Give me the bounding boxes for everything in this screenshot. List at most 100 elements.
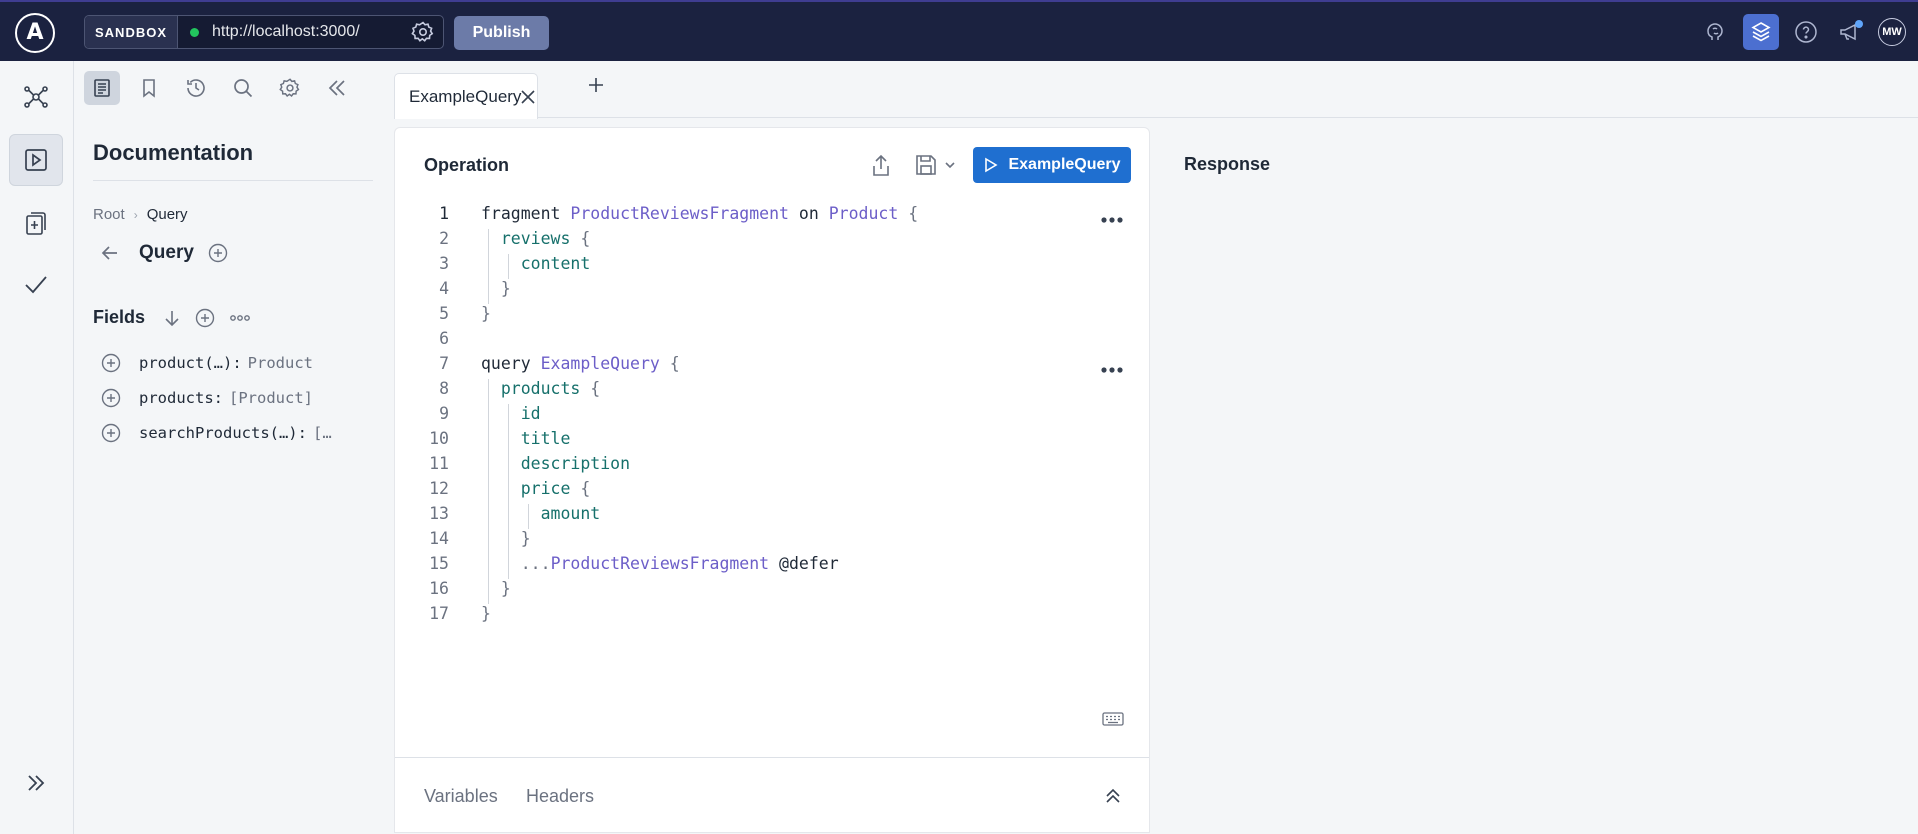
fields-label: Fields xyxy=(93,307,146,327)
close-icon[interactable] xyxy=(521,89,536,104)
code-line: price { xyxy=(520,479,591,498)
top-bar: A SANDBOX http://localhost:3000/ Publish… xyxy=(0,0,1918,61)
expand-double-chevron-icon[interactable] xyxy=(9,757,63,809)
line-number: 16 xyxy=(429,579,449,598)
brain-icon[interactable] xyxy=(1698,14,1734,50)
line-number: 3 xyxy=(439,254,449,273)
type-name: Query xyxy=(139,242,194,263)
search-icon[interactable] xyxy=(225,71,261,105)
add-field-plus-icon[interactable] xyxy=(101,423,121,443)
user-avatar[interactable]: MW xyxy=(1878,17,1906,46)
code-line: } xyxy=(500,579,511,598)
breadcrumb-current: Query xyxy=(146,206,188,223)
line-number: 11 xyxy=(429,454,449,473)
field-type[interactable]: [Product] xyxy=(229,389,313,407)
documentation-icon[interactable] xyxy=(84,71,120,105)
field-name[interactable]: searchProducts(…): xyxy=(139,424,307,442)
divider xyxy=(395,757,1149,758)
expand-panel-chevron-icon[interactable] xyxy=(1104,787,1122,810)
code-line: } xyxy=(481,304,491,323)
field-type[interactable]: Product xyxy=(248,354,313,372)
line-number: 10 xyxy=(429,429,449,448)
explorer-play-icon[interactable] xyxy=(9,134,63,186)
field-name[interactable]: product(…): xyxy=(139,354,242,372)
top-right-icons: MW xyxy=(1689,2,1918,61)
more-options-icon[interactable] xyxy=(1100,209,1124,228)
line-number: 9 xyxy=(439,404,449,423)
breadcrumb-root[interactable]: Root xyxy=(93,206,125,223)
tab-headers[interactable]: Headers xyxy=(526,786,594,807)
field-row[interactable]: searchProducts(…): [… xyxy=(101,423,332,443)
code-line: } xyxy=(520,529,531,548)
doc-toolbar xyxy=(84,71,366,105)
chevron-down-icon[interactable] xyxy=(944,159,956,171)
tab-examplequery[interactable]: ExampleQuery xyxy=(394,73,538,119)
settings-icon[interactable] xyxy=(272,71,308,105)
bookmark-icon[interactable] xyxy=(131,71,167,105)
response-title: Response xyxy=(1184,154,1271,174)
announcements-megaphone-icon[interactable] xyxy=(1833,14,1869,50)
collapse-double-chevron-icon[interactable] xyxy=(319,71,355,105)
add-type-plus-icon[interactable] xyxy=(208,243,228,263)
code-line: ...ProductReviewsFragment @defer xyxy=(520,554,839,573)
fields-header: Fields xyxy=(93,307,265,328)
field-row[interactable]: products: [Product] xyxy=(101,388,313,408)
code-line: content xyxy=(520,254,591,273)
line-number: 8 xyxy=(439,379,449,398)
add-field-plus-icon[interactable] xyxy=(101,353,121,373)
history-icon[interactable] xyxy=(178,71,214,105)
response-panel: Response xyxy=(1150,127,1918,833)
line-number: 12 xyxy=(429,479,449,498)
keyboard-shortcuts-icon[interactable] xyxy=(1102,712,1124,731)
code-line: id xyxy=(520,404,541,423)
line-number: 15 xyxy=(429,554,449,573)
run-button-label: ExampleQuery xyxy=(1008,156,1121,173)
share-icon[interactable] xyxy=(870,154,892,183)
field-name[interactable]: products: xyxy=(139,389,223,407)
publish-button[interactable]: Publish xyxy=(454,16,549,50)
more-options-icon[interactable] xyxy=(1100,359,1124,378)
line-number: 4 xyxy=(439,279,449,298)
code-line: description xyxy=(520,454,631,473)
line-number: 6 xyxy=(439,329,449,348)
checks-doc-icon[interactable] xyxy=(9,197,63,249)
sort-arrow-down-icon[interactable] xyxy=(163,309,181,327)
play-icon xyxy=(985,157,999,173)
run-operation-button[interactable]: ExampleQuery xyxy=(973,147,1131,183)
help-icon[interactable] xyxy=(1788,14,1824,50)
operation-tab-bar: ExampleQuery xyxy=(394,61,1918,119)
connection-settings-gear-icon[interactable] xyxy=(411,20,435,44)
endpoint-selector[interactable]: SANDBOX http://localhost:3000/ xyxy=(84,15,444,49)
sandbox-badge: SANDBOX xyxy=(85,16,179,48)
schema-cube-icon[interactable] xyxy=(1743,13,1779,50)
field-row[interactable]: product(…): Product xyxy=(101,353,313,373)
code-line: reviews { xyxy=(500,229,591,248)
line-number: 13 xyxy=(429,504,449,523)
apollo-logo[interactable]: A xyxy=(15,13,55,53)
code-line: title xyxy=(520,429,571,448)
documentation-panel: Documentation Root › Query Query Fields … xyxy=(74,61,394,834)
back-arrow-icon[interactable] xyxy=(101,244,119,262)
schema-graph-icon[interactable] xyxy=(9,71,63,123)
type-header: Query xyxy=(101,242,228,264)
field-type[interactable]: [… xyxy=(313,424,332,442)
add-all-fields-plus-icon[interactable] xyxy=(195,308,215,328)
notification-dot xyxy=(1855,19,1863,28)
chevron-right-icon: › xyxy=(133,207,138,222)
line-number: 1 xyxy=(439,204,449,223)
save-dropdown[interactable] xyxy=(914,153,956,177)
tab-variables[interactable]: Variables xyxy=(424,786,498,807)
new-tab-plus-icon[interactable] xyxy=(588,77,604,93)
line-number: 17 xyxy=(429,604,449,623)
add-field-plus-icon[interactable] xyxy=(101,388,121,408)
save-icon[interactable] xyxy=(914,153,938,177)
code-line: amount xyxy=(540,504,601,523)
line-number: 14 xyxy=(429,529,449,548)
checkmark-icon[interactable] xyxy=(9,258,63,310)
endpoint-url[interactable]: http://localhost:3000/ xyxy=(212,23,411,41)
breadcrumb: Root › Query xyxy=(93,206,188,223)
more-options-icon[interactable] xyxy=(229,313,251,323)
code-line: query ExampleQuery { xyxy=(481,354,680,373)
operation-title: Operation xyxy=(424,155,510,175)
code-line: products { xyxy=(500,379,601,398)
